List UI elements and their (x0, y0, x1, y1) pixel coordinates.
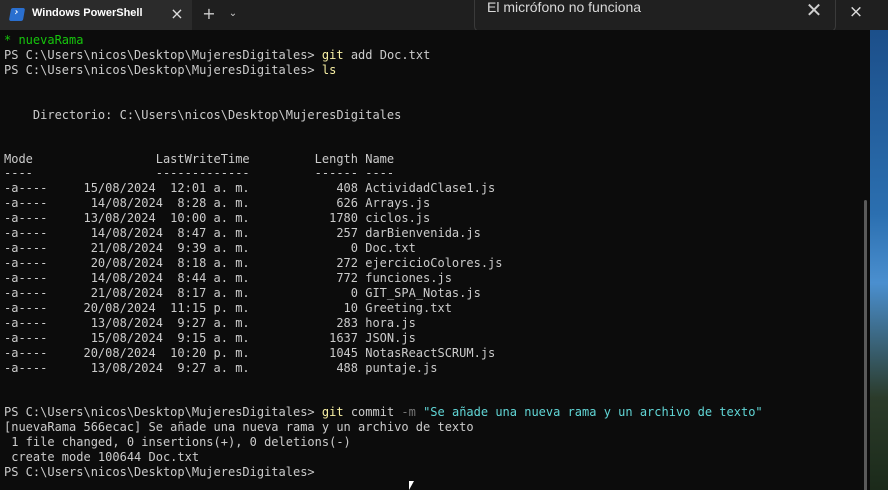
branch-line: * nuevaRama (4, 33, 84, 47)
prompt: PS C:\Users\nicos\Desktop\MujeresDigital… (4, 465, 315, 479)
file-row: -a---- 13/08/2024 9:27 a. m. 283 hora.js (4, 316, 416, 330)
prompt-line[interactable]: PS C:\Users\nicos\Desktop\MujeresDigital… (4, 465, 315, 480)
tab-title: Windows PowerShell (32, 7, 143, 19)
file-row: -a---- 14/08/2024 8:44 a. m. 772 funcion… (4, 271, 452, 285)
file-row: -a---- 21/08/2024 9:39 a. m. 0 Doc.txt (4, 241, 416, 255)
file-row: -a---- 15/08/2024 12:01 a. m. 408 Activi… (4, 181, 496, 195)
desktop-background (870, 30, 888, 490)
prompt: PS C:\Users\nicos\Desktop\MujeresDigital… (4, 405, 315, 419)
tab-close-icon[interactable]: × (168, 4, 186, 24)
notification-text: El micrófono no funciona (487, 0, 642, 15)
command-flag: -m (394, 405, 416, 419)
mouse-cursor-icon (409, 481, 414, 490)
notification-close-icon[interactable]: ✕ (803, 0, 825, 21)
command-subcommand: commit (343, 405, 395, 419)
window-close-button[interactable]: × (842, 0, 870, 26)
prompt: PS C:\Users\nicos\Desktop\MujeresDigital… (4, 48, 315, 62)
prompt-line: PS C:\Users\nicos\Desktop\MujeresDigital… (4, 63, 336, 78)
listing-header-rule: ---- ------------- ------ ---- (4, 166, 395, 180)
new-tab-button[interactable]: + (200, 3, 218, 25)
file-row: -a---- 15/08/2024 9:15 a. m. 1637 JSON.j… (4, 331, 416, 345)
command: git (321, 48, 344, 62)
command: ls (321, 63, 337, 77)
listing-header: Mode LastWriteTime Length Name (4, 152, 395, 166)
command-message: "Se añade una nueva rama y un archivo de… (415, 405, 763, 419)
file-row: -a---- 14/08/2024 8:47 a. m. 257 darBien… (4, 226, 481, 240)
commit-output: create mode 100644 Doc.txt (4, 450, 200, 464)
file-row: -a---- 20/08/2024 10:20 p. m. 1045 Notas… (4, 346, 496, 360)
notification-toast: El micrófono no funciona ✕ (474, 0, 836, 32)
commit-output: 1 file changed, 0 insertions(+), 0 delet… (4, 435, 351, 449)
terminal-output[interactable]: * nuevaRama PS C:\Users\nicos\Desktop\Mu… (0, 30, 870, 490)
file-row: -a---- 13/08/2024 9:27 a. m. 488 puntaje… (4, 361, 438, 375)
powershell-icon: › (8, 7, 26, 21)
file-row: -a---- 13/08/2024 10:00 a. m. 1780 ciclo… (4, 211, 431, 225)
tab-dropdown-button[interactable]: ⌄ (226, 3, 240, 25)
directory-line: Directorio: C:\Users\nicos\Desktop\Mujer… (4, 108, 402, 122)
file-row: -a---- 21/08/2024 8:17 a. m. 0 GIT_SPA_N… (4, 286, 481, 300)
tab-windows-powershell[interactable]: › Windows PowerShell × (0, 0, 192, 30)
commit-output: [nuevaRama 566ecac] Se añade una nueva r… (4, 420, 474, 434)
command: git (321, 405, 344, 419)
prompt: PS C:\Users\nicos\Desktop\MujeresDigital… (4, 63, 315, 77)
file-row: -a---- 20/08/2024 11:15 p. m. 10 Greetin… (4, 301, 452, 315)
command-args: add Doc.txt (343, 48, 431, 62)
prompt-line: PS C:\Users\nicos\Desktop\MujeresDigital… (4, 405, 763, 420)
prompt-line: PS C:\Users\nicos\Desktop\MujeresDigital… (4, 48, 430, 63)
file-row: -a---- 14/08/2024 8:28 a. m. 626 Arrays.… (4, 196, 431, 210)
scrollbar[interactable] (864, 200, 867, 490)
file-row: -a---- 20/08/2024 8:18 a. m. 272 ejercic… (4, 256, 503, 270)
